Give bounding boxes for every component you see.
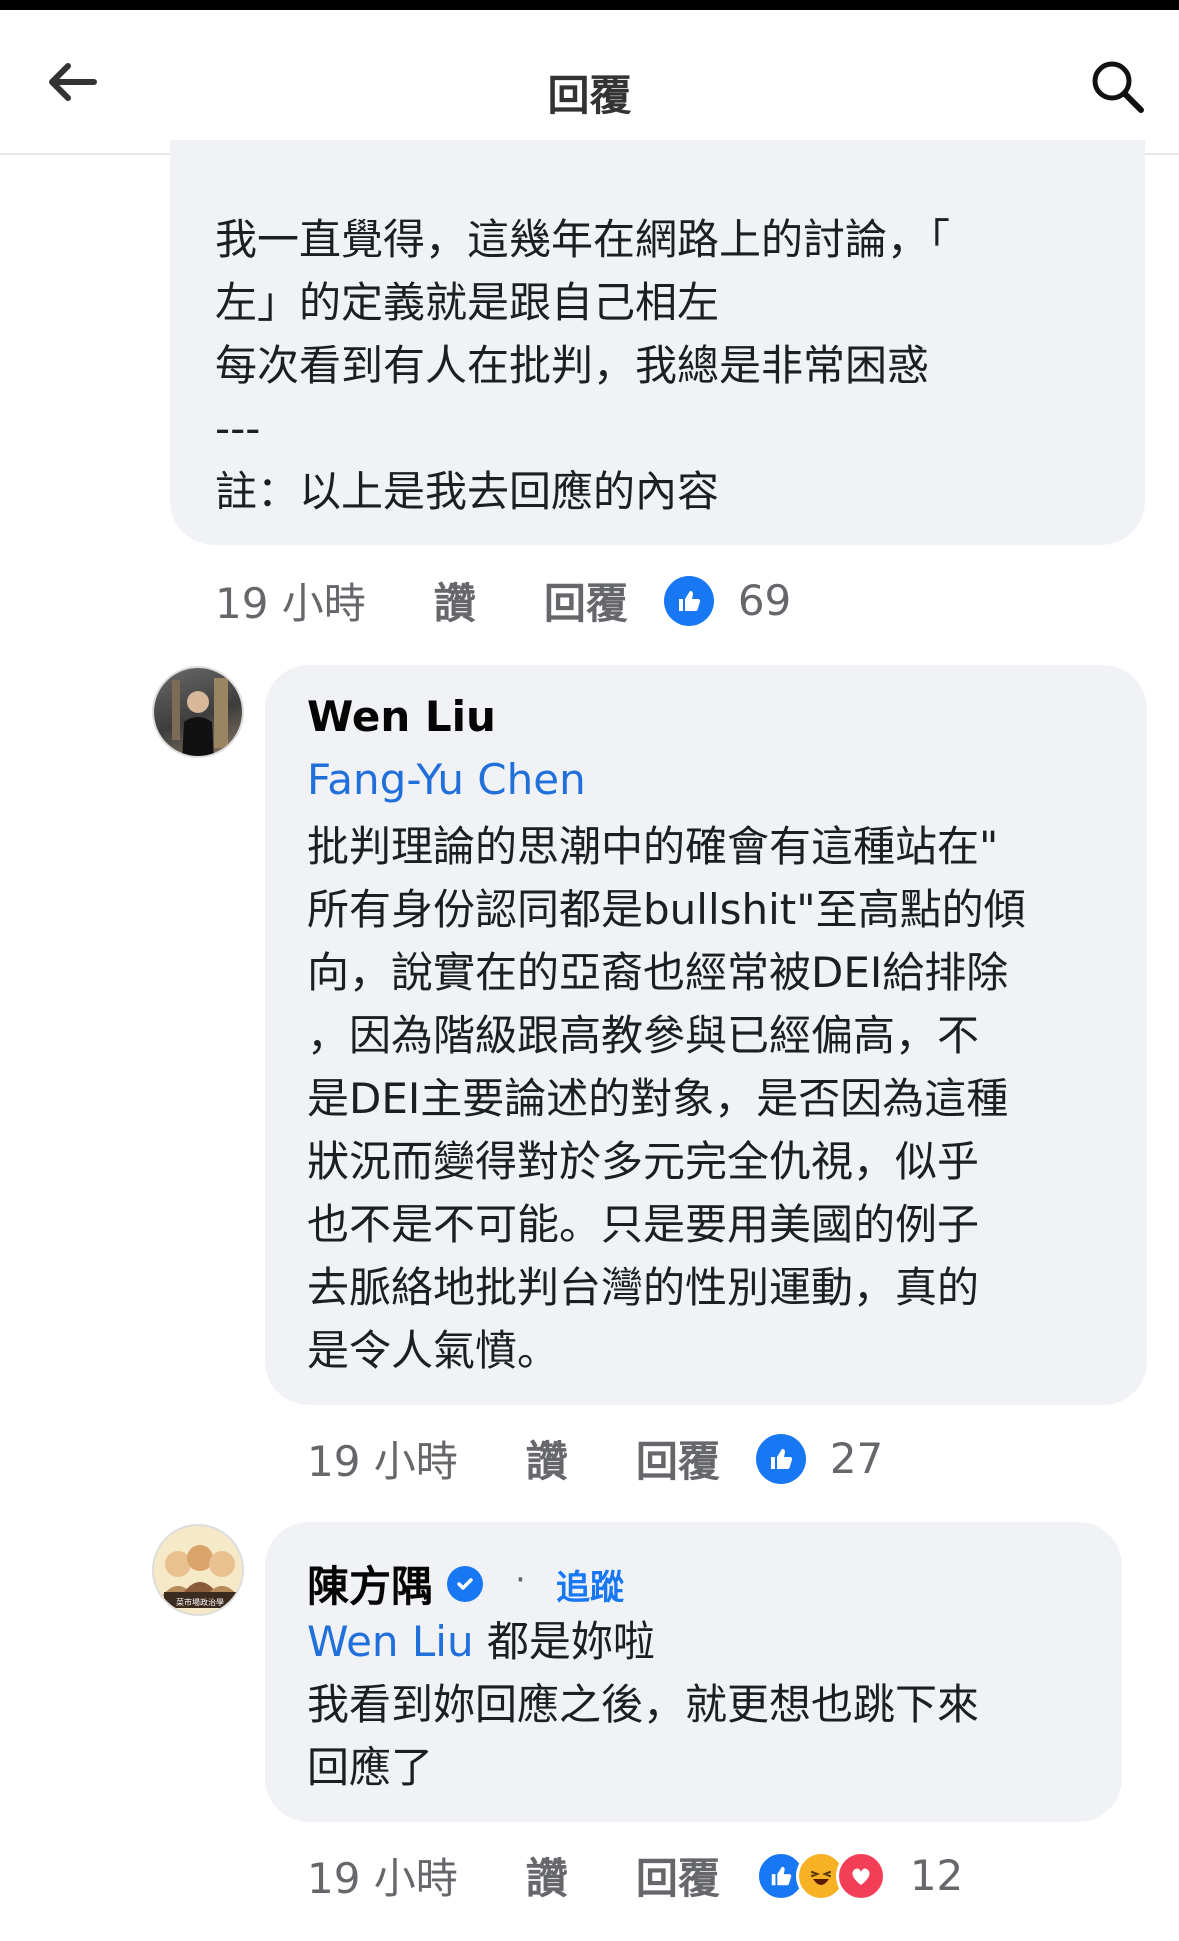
comment-text: 我看到妳回應之後，就更想也跳下來 回應了 bbox=[307, 1680, 980, 1792]
like-button[interactable]: 讚 bbox=[526, 1845, 568, 1906]
like-button[interactable]: 讚 bbox=[434, 570, 476, 631]
mention-link[interactable]: Wen Liu bbox=[307, 1617, 474, 1666]
comment-time: 19 小時 bbox=[307, 1854, 458, 1903]
comment-time: 19 小時 bbox=[215, 579, 366, 628]
person-photo-icon bbox=[172, 678, 228, 756]
reaction-icons bbox=[755, 1850, 886, 1901]
mention-link[interactable]: Fang-Yu Chen bbox=[307, 755, 586, 804]
search-icon bbox=[1092, 61, 1144, 113]
comment-text: 我一直覺得，這幾年在網路上的討論，「 左」的定義就是跟自己相左 每次看到有人在批… bbox=[215, 215, 951, 516]
status-bar bbox=[0, 0, 1179, 10]
reply-button[interactable]: 回覆 bbox=[544, 570, 628, 631]
comment-text: 批判理論的思潮中的確會有這種站在" 所有身份認同都是bullshit"至高點的傾… bbox=[307, 822, 1026, 1375]
reply-button[interactable]: 回覆 bbox=[636, 1845, 720, 1906]
comment-actions: 19 小時 讚 回覆 12 bbox=[307, 1845, 963, 1906]
comment-actions: 19 小時 讚 回覆 27 bbox=[307, 1428, 883, 1489]
mention-line: Wen Liu 都是妳啦 bbox=[307, 1610, 655, 1673]
top-bar: 回覆 bbox=[0, 10, 1179, 155]
like-reaction-icon bbox=[663, 575, 714, 626]
reaction-count[interactable]: 69 bbox=[738, 576, 791, 625]
like-button[interactable]: 讚 bbox=[526, 1428, 568, 1489]
comment-author[interactable]: 陳方隅 bbox=[307, 1553, 433, 1614]
comment-author-row: 陳方隅 bbox=[307, 1553, 484, 1614]
search-button[interactable] bbox=[1085, 54, 1149, 118]
page-title: 回覆 bbox=[547, 71, 632, 120]
avatar[interactable]: 菜市場政治學 bbox=[152, 1524, 244, 1616]
comment-time: 19 小時 bbox=[307, 1437, 458, 1486]
separator-dot: · bbox=[515, 1560, 526, 1600]
comment-author[interactable]: Wen Liu bbox=[307, 692, 496, 741]
like-reaction-icon bbox=[755, 1433, 806, 1484]
avatar-badge-text: 菜市場政治學 bbox=[176, 1598, 224, 1607]
reply-button[interactable]: 回覆 bbox=[636, 1428, 720, 1489]
reaction-count[interactable]: 12 bbox=[910, 1851, 963, 1900]
mention-rest-text: 都是妳啦 bbox=[473, 1617, 655, 1666]
verified-badge-icon bbox=[447, 1565, 484, 1602]
reaction-count[interactable]: 27 bbox=[830, 1434, 883, 1483]
avatar[interactable] bbox=[152, 666, 244, 758]
follow-button[interactable]: 追蹤 bbox=[556, 1560, 624, 1609]
love-reaction-icon bbox=[835, 1850, 886, 1901]
comment-actions: 19 小時 讚 回覆 69 bbox=[215, 570, 791, 631]
